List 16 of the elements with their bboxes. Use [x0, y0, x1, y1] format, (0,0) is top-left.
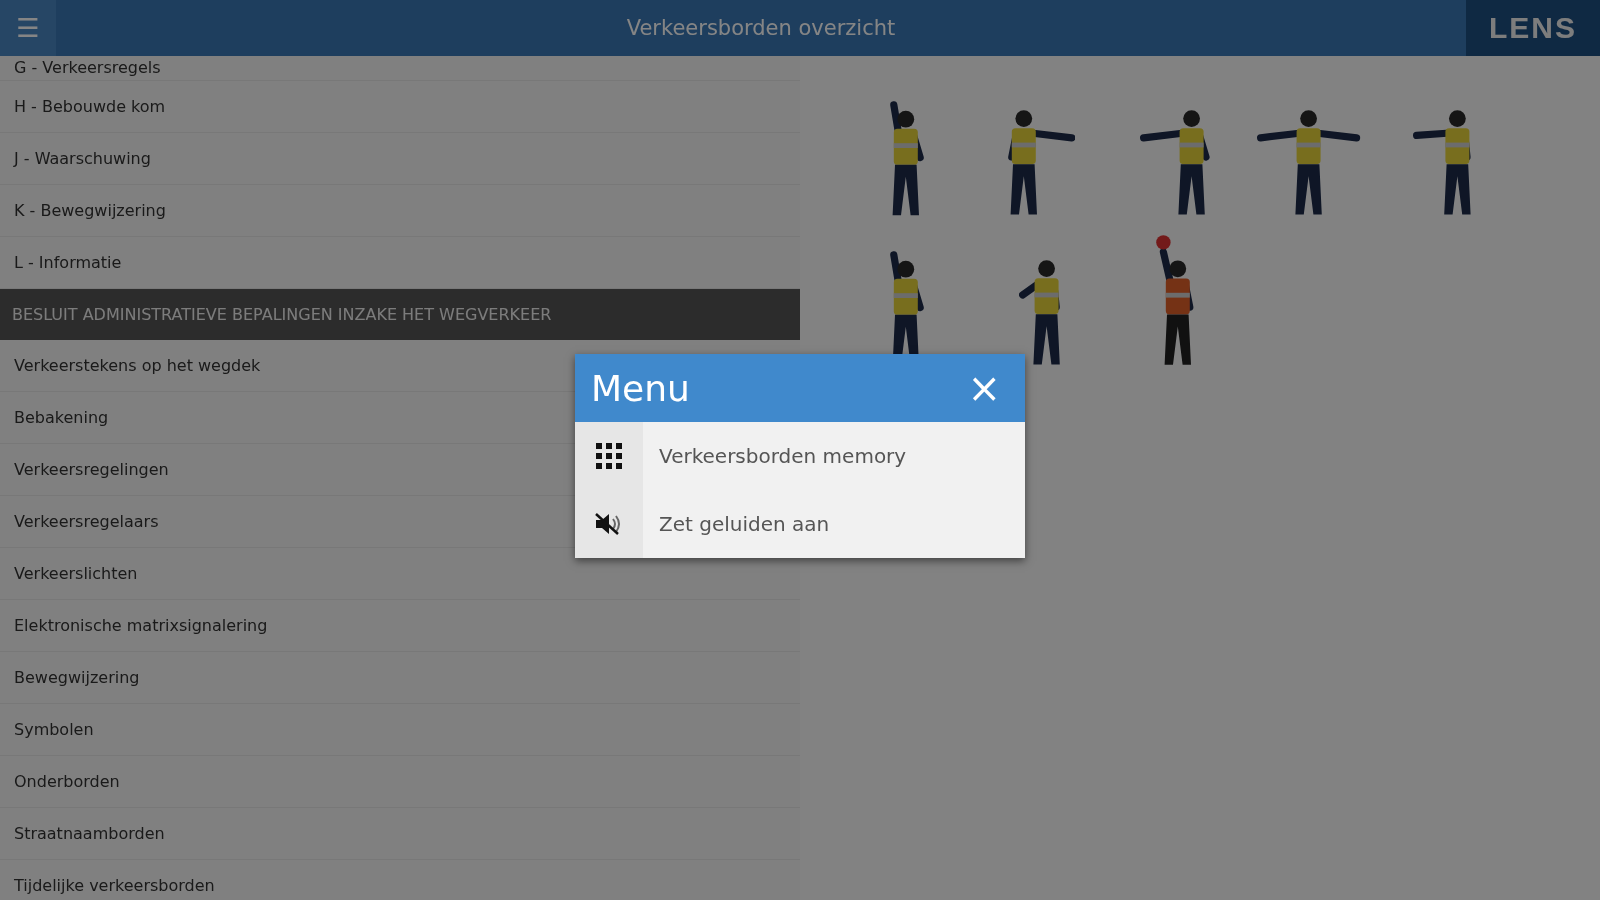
section-header: BESLUIT ADMINISTRATIEVE BEPALINGEN INZAKE HET WEGVERKEER: [0, 289, 800, 340]
category-item[interactable]: Bewegwijzering: [0, 652, 800, 704]
menu-button[interactable]: ☰: [0, 0, 56, 56]
category-item[interactable]: Symbolen: [0, 704, 800, 756]
grid-icon: [596, 443, 622, 469]
logo: LENS: [1466, 0, 1600, 56]
category-item[interactable]: Elektronische matrixsignalering: [0, 600, 800, 652]
category-item[interactable]: H - Bebouwde kom: [0, 81, 800, 133]
category-item[interactable]: Straatnaamborden: [0, 808, 800, 860]
category-item[interactable]: G - Verkeersregels: [0, 56, 800, 81]
category-item[interactable]: Tijdelijke verkeersborden: [0, 860, 800, 900]
page-title: Verkeersborden overzicht: [625, 16, 897, 40]
category-item[interactable]: Onderborden: [0, 756, 800, 808]
category-item[interactable]: J - Waarschuwing: [0, 133, 800, 185]
category-item[interactable]: K - Bewegwijzering: [0, 185, 800, 237]
close-button[interactable]: ×: [959, 365, 1009, 411]
